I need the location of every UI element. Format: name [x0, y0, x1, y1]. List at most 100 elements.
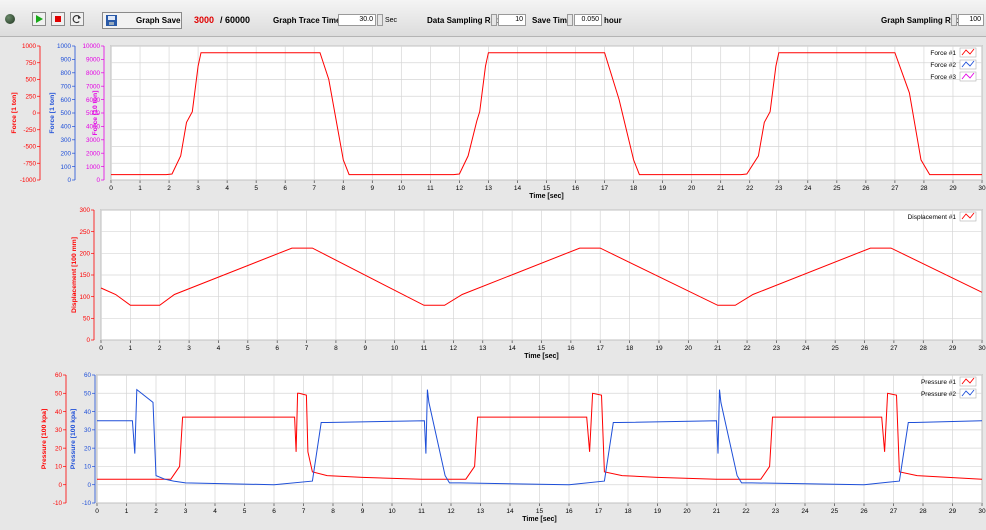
y-tick-label: -10 [82, 500, 92, 507]
x-tick-label: 27 [890, 508, 898, 515]
y-tick-label: 250 [25, 93, 36, 100]
x-tick-label: 24 [801, 508, 809, 515]
x-tick-label: 14 [514, 185, 522, 192]
y-tick-label: 1000 [57, 43, 72, 50]
x-tick-label: 17 [597, 345, 605, 352]
x-tick-label: 0 [109, 185, 113, 192]
y-axis-title: Pressure [100 kpa] [41, 409, 48, 469]
x-tick-label: 21 [713, 508, 721, 515]
x-tick-label: 12 [456, 185, 464, 192]
y-tick-label: 40 [55, 409, 63, 416]
y-tick-label: 300 [60, 137, 71, 144]
x-tick-label: 21 [714, 345, 722, 352]
x-tick-label: 16 [572, 185, 580, 192]
y-tick-label: 8000 [86, 70, 101, 77]
x-tick-label: 21 [717, 185, 725, 192]
y-axis-title: Force [1 ton] [49, 92, 56, 133]
y-tick-label: 50 [83, 316, 91, 323]
legend-label: Displacement #1 [908, 214, 957, 221]
x-tick-label: 16 [565, 508, 573, 515]
x-tick-label: 28 [919, 508, 927, 515]
x-tick-label: 8 [341, 185, 345, 192]
x-tick-label: 17 [595, 508, 603, 515]
x-tick-label: 28 [920, 345, 928, 352]
y-tick-label: 20 [55, 445, 63, 452]
y-tick-label: 10 [55, 464, 63, 471]
x-tick-label: 14 [506, 508, 514, 515]
x-tick-label: 6 [283, 185, 287, 192]
y-tick-label: 40 [84, 409, 92, 416]
x-tick-label: 20 [688, 185, 696, 192]
x-tick-label: 10 [391, 345, 399, 352]
y-tick-label: 700 [60, 83, 71, 90]
y-tick-label: 50 [84, 390, 92, 397]
x-tick-label: 3 [184, 508, 188, 515]
x-tick-label: 29 [949, 345, 957, 352]
y-tick-label: 100 [79, 294, 90, 301]
x-tick-label: 3 [187, 345, 191, 352]
x-tick-label: 22 [742, 508, 750, 515]
y-tick-label: 3000 [86, 137, 101, 144]
x-tick-label: 3 [196, 185, 200, 192]
y-tick-label: 9000 [86, 57, 101, 64]
x-tick-label: 18 [626, 345, 634, 352]
y-tick-label: 50 [55, 390, 63, 397]
x-tick-label: 26 [862, 185, 870, 192]
x-tick-label: 7 [302, 508, 306, 515]
x-tick-label: 5 [254, 185, 258, 192]
y-tick-label: 800 [60, 70, 71, 77]
y-tick-label: 20 [84, 445, 92, 452]
x-tick-label: 19 [654, 508, 662, 515]
x-tick-label: 29 [949, 185, 957, 192]
x-tick-label: 14 [509, 345, 517, 352]
x-axis-title: Time [sec] [529, 193, 564, 200]
x-tick-label: 2 [158, 345, 162, 352]
x-tick-label: 24 [802, 345, 810, 352]
y-tick-label: 500 [60, 110, 71, 117]
x-tick-label: 27 [891, 185, 899, 192]
x-tick-label: 13 [477, 508, 485, 515]
x-tick-label: 1 [138, 185, 142, 192]
x-tick-label: 18 [624, 508, 632, 515]
x-tick-label: 27 [890, 345, 898, 352]
y-tick-label: 1000 [86, 164, 101, 171]
x-tick-label: 8 [334, 345, 338, 352]
x-tick-label: 12 [450, 345, 458, 352]
y-tick-label: 7000 [86, 83, 101, 90]
chart-area: 0 1 2 3 4 5 6 7 8 9 10 11 12 13 14 15 16 17 18 19 20 21 22 23 24… [11, 43, 986, 523]
x-tick-label: 11 [418, 508, 425, 515]
y-tick-label: 60 [55, 372, 63, 379]
legend-label: Force #1 [930, 50, 956, 57]
x-tick-label: 23 [772, 508, 780, 515]
x-axis-title: Time [sec] [524, 353, 559, 360]
x-tick-label: 15 [536, 508, 544, 515]
chart-panel-1: 0 1 2 3 4 5 6 7 8 9 10 11 12 13 14 15 16 17 18 19 20 21 22 23 24… [11, 43, 986, 200]
y-tick-label: -1000 [20, 177, 37, 184]
x-tick-label: 25 [833, 185, 841, 192]
y-tick-label: 0 [67, 177, 71, 184]
x-tick-label: 11 [427, 185, 434, 192]
chart-panel-3: 0 1 2 3 4 5 6 7 8 9 10 11 12 13 14 15 16 17 18 19 20 21 22 23 24… [41, 372, 986, 523]
x-tick-label: 12 [447, 508, 455, 515]
x-tick-label: 19 [659, 185, 667, 192]
y-tick-label: -500 [23, 144, 36, 151]
x-tick-label: 19 [655, 345, 663, 352]
x-tick-label: 20 [685, 345, 693, 352]
x-tick-label: 9 [370, 185, 374, 192]
y-tick-label: 400 [60, 124, 71, 131]
x-tick-label: 5 [246, 345, 250, 352]
y-tick-label: 250 [79, 229, 90, 236]
x-tick-label: 16 [567, 345, 575, 352]
x-tick-label: 13 [485, 185, 493, 192]
x-tick-label: 8 [331, 508, 335, 515]
y-tick-label: 900 [60, 57, 71, 64]
legend-label: Force #2 [930, 62, 956, 69]
x-tick-label: 4 [213, 508, 217, 515]
y-axis-title: Pressure [100 kpa] [70, 409, 77, 469]
x-tick-label: 0 [95, 508, 99, 515]
x-tick-label: 26 [860, 508, 868, 515]
y-axis-title: Force [10 ton] [92, 91, 99, 136]
y-tick-label: 0 [58, 482, 62, 489]
x-tick-label: 4 [217, 345, 221, 352]
y-tick-label: -250 [23, 127, 36, 134]
